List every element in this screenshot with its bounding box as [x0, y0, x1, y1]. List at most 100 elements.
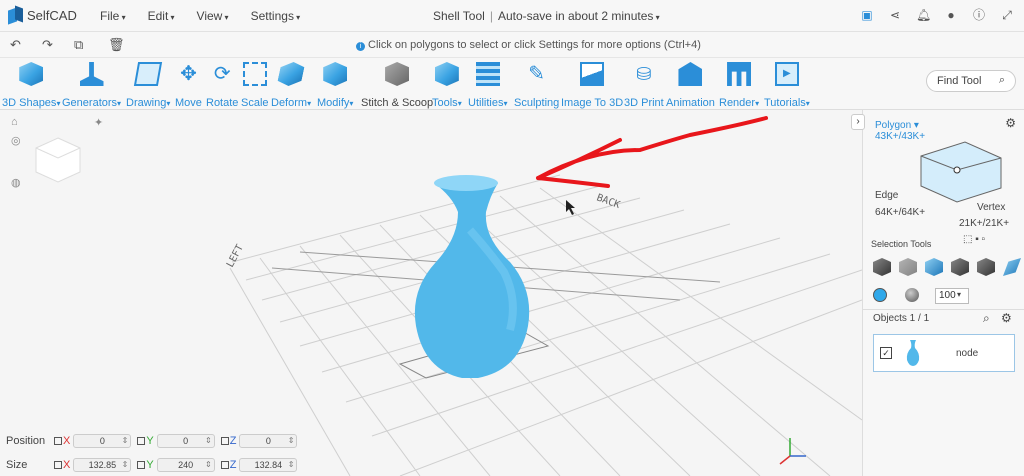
- menu-settings[interactable]: Settings: [251, 9, 301, 23]
- size-y-input[interactable]: 240: [156, 458, 215, 472]
- info-icon[interactable]: ⓘ: [972, 8, 986, 22]
- tool-stitch-scoop[interactable]: Stitch & Scoop: [361, 62, 433, 109]
- redo-icon[interactable]: ↷: [42, 37, 53, 53]
- search-objects-icon[interactable]: ⌕: [983, 311, 990, 326]
- app-logo[interactable]: SelfCAD: [8, 7, 88, 25]
- x-axis-label: X: [63, 435, 71, 447]
- tool-render[interactable]: Render: [719, 62, 759, 109]
- brush-shape-circle-icon[interactable]: [873, 288, 887, 302]
- tool-tutorials[interactable]: ▶ Tutorials: [764, 62, 810, 109]
- fit-view-icon[interactable]: ◎: [11, 134, 21, 147]
- z-axis-label: Z: [229, 459, 237, 471]
- image-to-3d-icon: [580, 62, 605, 86]
- size-x-checkbox[interactable]: [54, 461, 62, 469]
- autosave-status[interactable]: Auto-save in about 2 minutes: [498, 9, 660, 23]
- tool-generators[interactable]: Generators: [62, 62, 121, 109]
- fullscreen-icon[interactable]: ⤢: [1000, 8, 1014, 22]
- tool-label: Animation: [666, 97, 715, 109]
- document-title-area: Shell Tool | Auto-save in about 2 minute…: [433, 9, 660, 23]
- tool-label: Stitch & Scoop: [361, 97, 434, 109]
- selection-options-icons[interactable]: ⬚ ▪ ▫: [963, 234, 985, 245]
- position-y-input[interactable]: 0: [156, 434, 215, 448]
- user-icon[interactable]: ●: [944, 8, 958, 22]
- tool-scale[interactable]: Scale: [241, 62, 269, 109]
- objects-header: Objects 1 / 1 ⌕ ⚙: [863, 309, 1024, 329]
- select-brush-icon[interactable]: [1003, 258, 1021, 276]
- save-icon[interactable]: ▣: [860, 8, 874, 22]
- app-name: SelfCAD: [27, 8, 77, 23]
- tool-utilities[interactable]: Utilities: [468, 62, 507, 109]
- tool-drawing[interactable]: Drawing: [126, 62, 170, 109]
- home-icon[interactable]: ⌂: [11, 116, 18, 128]
- tool-3d-shapes[interactable]: 3D Shapes: [2, 62, 60, 109]
- select-vertex-icon[interactable]: [977, 258, 995, 276]
- select-edge-icon[interactable]: [951, 258, 969, 276]
- tool-label: Sculpting: [514, 97, 560, 109]
- size-z-checkbox[interactable]: [220, 461, 229, 469]
- tool-tools[interactable]: Tools: [432, 62, 462, 109]
- selection-mode-label: Polygon: [875, 120, 912, 131]
- selection-mode-dropdown[interactable]: Polygon ▾: [875, 120, 919, 131]
- notification-bell-icon[interactable]: 🔔︎: [916, 8, 931, 22]
- object-list-item[interactable]: ✓ node: [873, 334, 1015, 372]
- tool-sculpting[interactable]: ✎ Sculpting: [514, 62, 559, 109]
- document-title[interactable]: Shell Tool: [433, 9, 485, 23]
- size-y-checkbox[interactable]: [137, 461, 146, 469]
- tutorials-icon: ▶: [774, 62, 799, 86]
- tool-image-to-3d[interactable]: Image To 3D: [561, 62, 623, 109]
- 3d-viewport[interactable]: BACK LEFT ⌂ ◎ ✦ ◍: [0, 110, 862, 476]
- back-label: BACK: [595, 192, 621, 211]
- menu-view[interactable]: View: [197, 9, 229, 23]
- position-x-input[interactable]: 0: [73, 434, 132, 448]
- objects-settings-icon[interactable]: ⚙: [1001, 311, 1012, 325]
- position-y-checkbox[interactable]: [137, 437, 146, 445]
- tool-label: Generators: [62, 97, 121, 109]
- menu-file[interactable]: File: [100, 9, 126, 23]
- vase-model[interactable]: [414, 175, 530, 378]
- collapse-panel-button[interactable]: ›: [851, 114, 865, 130]
- tool-modify[interactable]: Modify: [317, 62, 353, 109]
- vertex-count: 21K+/21K+: [959, 218, 1010, 229]
- brush-shape-sphere-icon[interactable]: [905, 288, 919, 302]
- position-z-input[interactable]: 0: [239, 434, 298, 448]
- select-object-icon[interactable]: [873, 258, 891, 276]
- undo-icon[interactable]: ↶: [10, 37, 21, 53]
- tool-label: Modify: [317, 97, 353, 109]
- tool-deform[interactable]: Deform: [271, 62, 311, 109]
- select-polygon-icon[interactable]: [925, 258, 943, 276]
- menu-edit[interactable]: Edit: [148, 9, 175, 23]
- position-x-checkbox[interactable]: [54, 437, 62, 445]
- find-tool-input[interactable]: Find Tool ⌕: [926, 70, 1016, 92]
- copy-icon[interactable]: ⧉: [74, 37, 83, 53]
- selection-mode-cube[interactable]: [913, 136, 1003, 206]
- tool-3d-print[interactable]: ⛁ 3D Print: [624, 62, 664, 109]
- size-z-input[interactable]: 132.84: [239, 458, 298, 472]
- scene-svg: BACK LEFT: [225, 116, 862, 476]
- tool-label: Move: [175, 97, 202, 109]
- tool-label: Rotate: [206, 97, 239, 109]
- menu-bar: SelfCAD File Edit View Settings Shell To…: [0, 0, 1024, 32]
- select-face-icon[interactable]: [899, 258, 917, 276]
- object-visibility-checkbox[interactable]: ✓: [880, 347, 892, 359]
- tool-move[interactable]: ✥ Move: [175, 62, 202, 109]
- y-axis-label: Y: [146, 459, 154, 471]
- brush-size-select[interactable]: 100: [935, 288, 969, 304]
- perspective-icon[interactable]: ◍: [11, 176, 21, 189]
- sculpting-icon: ✎: [528, 63, 545, 85]
- tool-label: Tutorials: [764, 97, 810, 109]
- red-arrow-annotation: [536, 116, 768, 188]
- tool-rotate[interactable]: ⟳ Rotate: [206, 62, 238, 109]
- y-axis-label: Y: [146, 435, 154, 447]
- objects-title: Objects 1 / 1: [873, 313, 930, 324]
- delete-icon[interactable]: 🗑︎: [108, 37, 125, 53]
- tool-label: Tools: [432, 97, 462, 109]
- position-z-checkbox[interactable]: [220, 437, 229, 445]
- left-label: LEFT: [225, 243, 246, 269]
- view-cube[interactable]: [32, 134, 84, 186]
- light-icon[interactable]: ✦: [94, 116, 103, 129]
- tool-animation[interactable]: Animation: [666, 62, 715, 109]
- share-icon[interactable]: ⋖: [888, 8, 902, 22]
- stitch-scoop-icon: [385, 62, 410, 86]
- settings-gear-icon[interactable]: ⚙: [1005, 116, 1016, 130]
- size-x-input[interactable]: 132.85: [73, 458, 132, 472]
